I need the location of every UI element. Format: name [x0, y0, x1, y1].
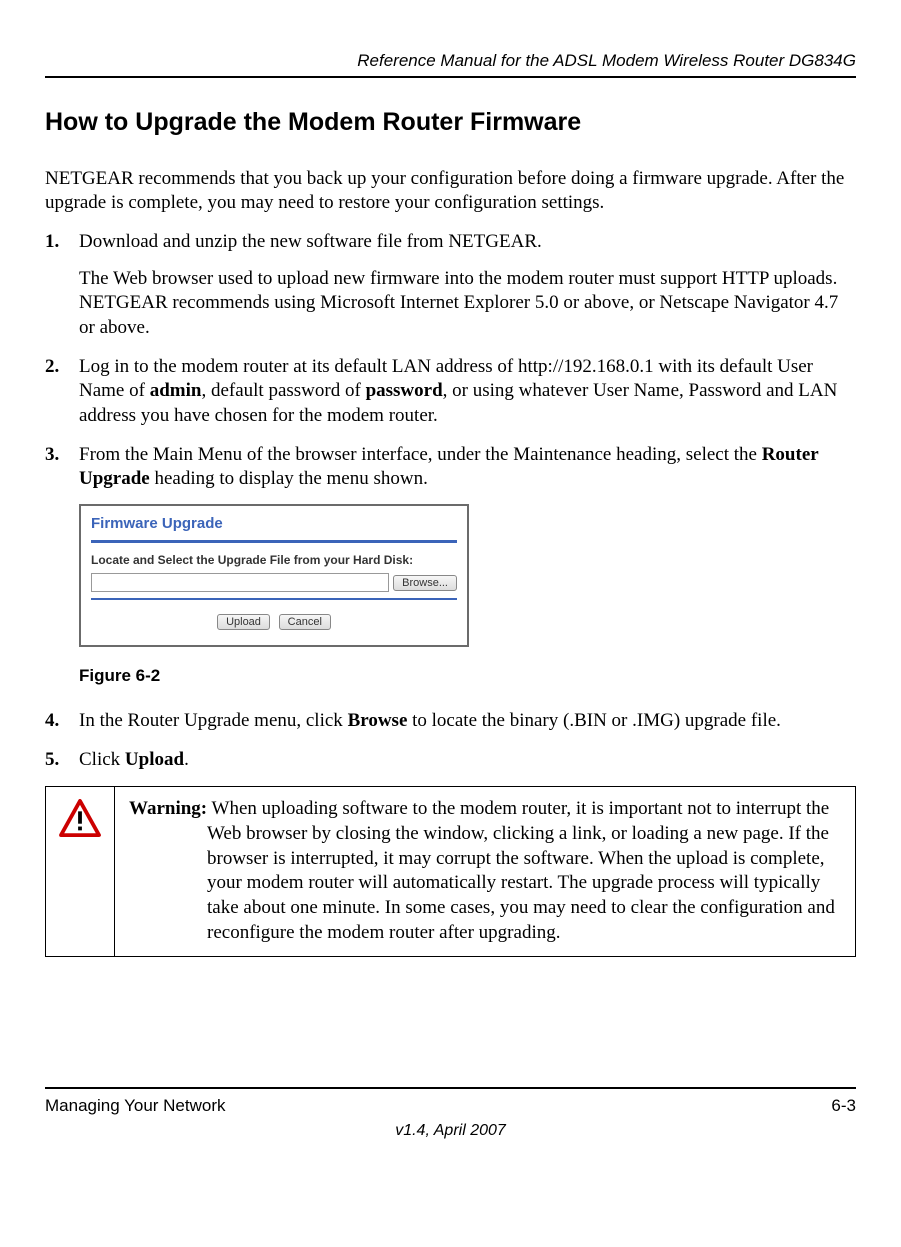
- firmware-upgrade-screenshot: Firmware Upgrade Locate and Select the U…: [79, 504, 469, 647]
- upload-button[interactable]: Upload: [217, 614, 270, 630]
- figure-caption: Figure 6-2: [79, 665, 856, 687]
- step-4: In the Router Upgrade menu, click Browse…: [45, 709, 856, 734]
- step-3-text: From the Main Menu of the browser interf…: [79, 443, 856, 492]
- step-1-detail: The Web browser used to upload new firmw…: [79, 267, 856, 341]
- step-1-text: Download and unzip the new software file…: [79, 230, 856, 255]
- browse-button[interactable]: Browse...: [393, 575, 457, 591]
- step-2-text: Log in to the modem router at its defaul…: [79, 355, 856, 429]
- intro-paragraph: NETGEAR recommends that you back up your…: [45, 167, 856, 216]
- upgrade-file-input[interactable]: [91, 573, 389, 592]
- running-header: Reference Manual for the ADSL Modem Wire…: [45, 50, 856, 72]
- warning-icon: [59, 799, 101, 837]
- panel-divider: [91, 540, 457, 543]
- warning-box: Warning: When uploading software to the …: [45, 786, 856, 956]
- panel-button-row: Upload Cancel: [91, 608, 457, 633]
- panel-title: Firmware Upgrade: [91, 514, 457, 534]
- warning-text-cell: Warning: When uploading software to the …: [115, 787, 856, 956]
- section-heading: How to Upgrade the Modem Router Firmware: [45, 106, 856, 139]
- footer-page-number: 6-3: [831, 1095, 856, 1117]
- footer-section-name: Managing Your Network: [45, 1095, 226, 1117]
- step-5-text: Click Upload.: [79, 748, 856, 773]
- footer-version: v1.4, April 2007: [45, 1121, 856, 1142]
- steps-list: Download and unzip the new software file…: [45, 230, 856, 772]
- warning-icon-cell: [46, 787, 115, 956]
- page-footer: Managing Your Network 6-3 v1.4, April 20…: [45, 1087, 856, 1142]
- header-rule: [45, 76, 856, 78]
- upload-field-label: Locate and Select the Upgrade File from …: [91, 553, 457, 569]
- panel-divider-2: [91, 598, 457, 600]
- step-2: Log in to the modem router at its defaul…: [45, 355, 856, 429]
- step-5: Click Upload.: [45, 748, 856, 773]
- step-1: Download and unzip the new software file…: [45, 230, 856, 341]
- cancel-button[interactable]: Cancel: [279, 614, 331, 630]
- upload-input-row: Browse...: [91, 573, 457, 592]
- step-4-text: In the Router Upgrade menu, click Browse…: [79, 709, 856, 734]
- warning-text: Warning: When uploading software to the …: [129, 797, 841, 945]
- step-3: From the Main Menu of the browser interf…: [45, 443, 856, 687]
- footer-rule: [45, 1087, 856, 1089]
